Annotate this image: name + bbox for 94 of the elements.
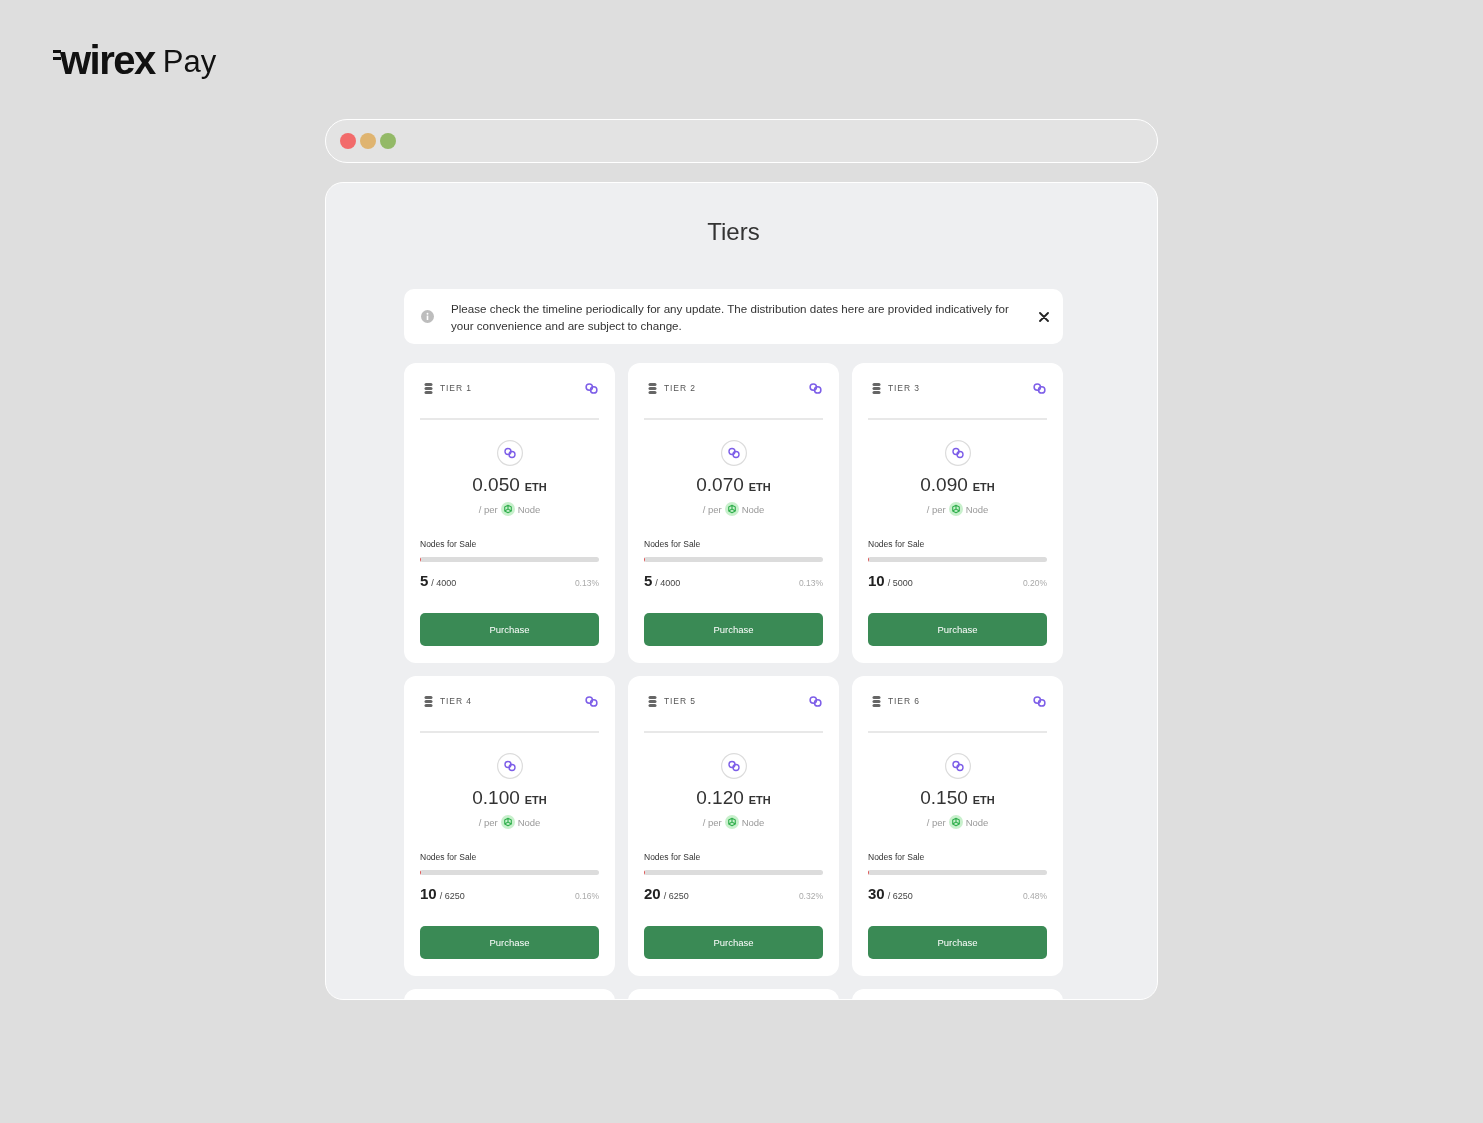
page-title: Tiers (707, 217, 760, 247)
coin-stack-icon (872, 695, 881, 707)
info-icon (421, 310, 434, 323)
cube-icon (948, 502, 963, 516)
purchase-button[interactable]: Purchase (420, 926, 599, 959)
logo-wordmark: wirex (60, 40, 155, 80)
coin-stack-icon (872, 382, 881, 394)
sale-label: Nodes for Sale (420, 538, 478, 550)
tier-label: TIER 5 (664, 696, 696, 706)
total-count: / 6250 (887, 891, 913, 901)
currency-label: ETH (748, 794, 771, 806)
link-icon (1033, 695, 1046, 707)
price-value: 0.090 (920, 473, 968, 497)
sold-count: 10 (868, 572, 885, 589)
close-icon[interactable] (1039, 311, 1049, 322)
sale-label: Nodes for Sale (420, 851, 478, 863)
per-label: / per (926, 816, 946, 828)
tier-label: TIER 1 (440, 383, 472, 393)
percent-label: 0.48% (1022, 891, 1047, 901)
currency-label: ETH (524, 794, 547, 806)
window-control-icon (340, 133, 356, 149)
logo-text: Pay (162, 43, 217, 81)
price-value: 0.070 (696, 473, 744, 497)
unit-label: Node (965, 503, 989, 515)
cube-icon (500, 815, 515, 829)
percent-label: 0.13% (798, 578, 823, 588)
price-value: 0.050 (472, 473, 520, 497)
total-count: / 5000 (887, 578, 913, 588)
link-circle-icon (720, 753, 747, 779)
sale-label: Nodes for Sale (868, 851, 926, 863)
window-control-icon (360, 133, 376, 149)
sale-label: Nodes for Sale (868, 538, 926, 550)
link-circle-icon (944, 753, 971, 779)
sold-count: 20 (644, 885, 661, 902)
currency-label: ETH (524, 481, 547, 493)
tier-label: TIER 6 (888, 696, 920, 706)
tier-label: TIER 3 (888, 383, 920, 393)
sold-count: 30 (868, 885, 885, 902)
unit-label: Node (965, 816, 989, 828)
coin-stack-icon (424, 695, 433, 707)
per-label: / per (702, 503, 722, 515)
percent-label: 0.32% (798, 891, 823, 901)
link-circle-icon (496, 440, 523, 466)
currency-label: ETH (748, 481, 771, 493)
total-count: / 4000 (431, 578, 457, 588)
purchase-button[interactable]: Purchase (420, 613, 599, 646)
window-control-icon (380, 133, 396, 149)
currency-label: ETH (972, 794, 995, 806)
purchase-button[interactable]: Purchase (868, 613, 1047, 646)
link-icon (809, 382, 822, 394)
unit-label: Node (741, 816, 765, 828)
percent-label: 0.16% (574, 891, 599, 901)
cube-icon (948, 815, 963, 829)
purchase-button[interactable]: Purchase (644, 613, 823, 646)
per-label: / per (478, 503, 498, 515)
tier-label: TIER 4 (440, 696, 472, 706)
purchase-button[interactable]: Purchase (868, 926, 1047, 959)
price-value: 0.150 (920, 786, 968, 810)
link-icon (585, 382, 598, 394)
notice-text: Please check the timeline periodically for any update. The distribution dates here are provided indicatively for your convenience and are subject to change. (451, 300, 1010, 334)
per-label: / per (702, 816, 722, 828)
per-label: / per (478, 816, 498, 828)
total-count: / 6250 (663, 891, 689, 901)
coin-stack-icon (424, 382, 433, 394)
price-value: 0.100 (472, 786, 520, 810)
purchase-button[interactable]: Purchase (644, 926, 823, 959)
percent-label: 0.13% (574, 578, 599, 588)
currency-label: ETH (972, 481, 995, 493)
unit-label: Node (741, 503, 765, 515)
unit-label: Node (517, 503, 541, 515)
coin-stack-icon (648, 382, 657, 394)
total-count: / 4000 (655, 578, 681, 588)
percent-label: 0.20% (1022, 578, 1047, 588)
cube-icon (500, 502, 515, 516)
price-value: 0.120 (696, 786, 744, 810)
cube-icon (724, 815, 739, 829)
link-circle-icon (496, 753, 523, 779)
link-icon (585, 695, 598, 707)
link-icon (1033, 382, 1046, 394)
sold-count: 5 (644, 572, 653, 589)
unit-label: Node (517, 816, 541, 828)
sold-count: 10 (420, 885, 437, 902)
cube-icon (724, 502, 739, 516)
stripes-icon (53, 49, 61, 61)
per-label: / per (926, 503, 946, 515)
sale-label: Nodes for Sale (644, 851, 702, 863)
link-circle-icon (944, 440, 971, 466)
sale-label: Nodes for Sale (644, 538, 702, 550)
tier-label: TIER 2 (664, 383, 696, 393)
link-icon (809, 695, 822, 707)
total-count: / 6250 (439, 891, 465, 901)
sold-count: 5 (420, 572, 429, 589)
coin-stack-icon (648, 695, 657, 707)
link-circle-icon (720, 440, 747, 466)
